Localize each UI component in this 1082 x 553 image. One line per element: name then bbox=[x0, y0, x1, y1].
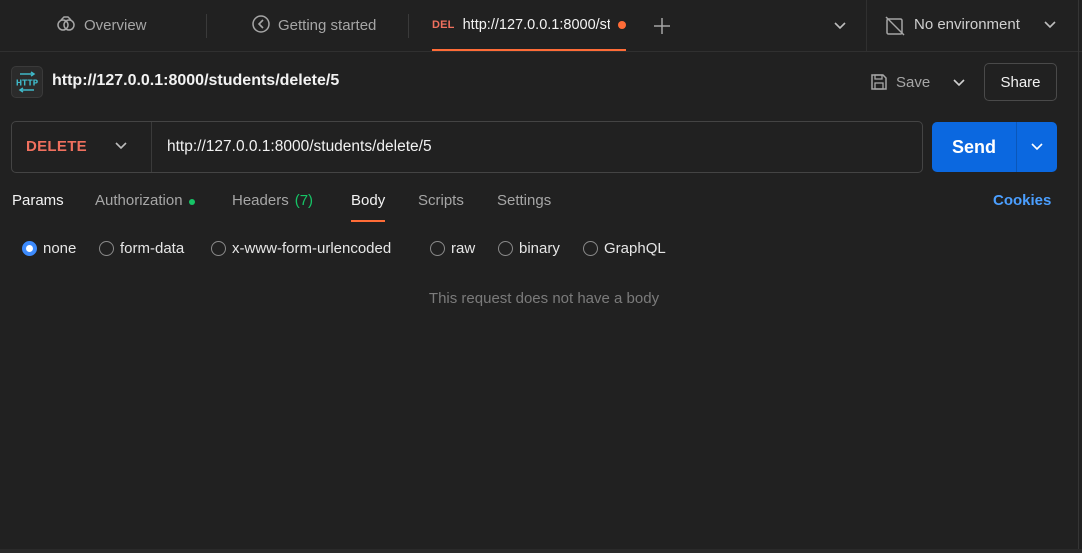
no-environment-icon bbox=[885, 16, 905, 41]
cookies-link[interactable]: Cookies bbox=[993, 192, 1051, 209]
body-type-binary[interactable]: binary bbox=[498, 238, 560, 258]
overview-icon bbox=[56, 15, 76, 36]
environment-selector[interactable]: No environment bbox=[866, 0, 1066, 51]
chevron-down-icon bbox=[1031, 143, 1043, 151]
tab-authorization-label: Authorization bbox=[95, 192, 183, 209]
http-request-icon: HTTP bbox=[11, 66, 43, 98]
window-edge bbox=[1078, 0, 1079, 553]
auth-status-dot bbox=[188, 199, 195, 205]
new-tab-button[interactable] bbox=[650, 14, 674, 38]
body-type-none-label: none bbox=[43, 239, 77, 257]
tab-params-label: Params bbox=[12, 192, 64, 209]
tab-divider bbox=[408, 14, 409, 38]
radio-none[interactable] bbox=[22, 240, 37, 256]
svg-text:HTTP: HTTP bbox=[16, 79, 39, 88]
chevron-down-icon bbox=[1043, 17, 1057, 35]
tab-divider bbox=[206, 14, 207, 38]
environment-label: No environment bbox=[914, 16, 1020, 33]
body-type-none[interactable]: none bbox=[22, 238, 76, 258]
headers-count: (7) bbox=[294, 192, 314, 209]
body-type-urlencoded-label: x-www-form-urlencoded bbox=[232, 239, 392, 257]
radio-graphql[interactable] bbox=[583, 240, 598, 256]
radio-urlencoded[interactable] bbox=[211, 240, 226, 256]
tab-settings-label: Settings bbox=[497, 192, 552, 209]
tab-bar: Overview Getting started DEL http://127.… bbox=[0, 0, 1082, 52]
tab-settings[interactable]: Settings bbox=[497, 192, 551, 222]
save-options-button[interactable] bbox=[948, 72, 970, 94]
chevron-down-icon bbox=[953, 79, 965, 87]
empty-body-message: This request does not have a body bbox=[428, 290, 660, 307]
send-options-button[interactable] bbox=[1017, 122, 1057, 172]
radio-raw[interactable] bbox=[430, 240, 445, 256]
share-button[interactable]: Share bbox=[984, 63, 1057, 101]
method-select[interactable]: DELETE bbox=[12, 122, 152, 172]
tab-active-title: http://127.0.0.1:8000/students/delete/5 bbox=[462, 16, 610, 33]
body-type-raw[interactable]: raw bbox=[430, 238, 475, 258]
url-bar: DELETE bbox=[11, 121, 923, 173]
save-label: Save bbox=[896, 73, 931, 91]
tab-active-request[interactable]: DEL http://127.0.0.1:8000/students/delet… bbox=[432, 0, 626, 51]
empty-body-message-row: This request does not have a body bbox=[0, 290, 1082, 307]
tab-scripts-label: Scripts bbox=[418, 192, 464, 209]
body-type-binary-label: binary bbox=[519, 239, 560, 257]
body-type-form-data[interactable]: form-data bbox=[99, 238, 184, 258]
body-type-form-data-label: form-data bbox=[120, 239, 185, 257]
radio-form-data[interactable] bbox=[99, 240, 114, 256]
tab-overview-label: Overview bbox=[84, 17, 147, 34]
request-name[interactable]: http://127.0.0.1:8000/students/delete/5 bbox=[52, 72, 339, 90]
tab-body[interactable]: Body bbox=[351, 192, 386, 222]
getting-started-icon bbox=[252, 14, 270, 37]
tab-params[interactable]: Params bbox=[12, 192, 64, 222]
method-label: DELETE bbox=[26, 138, 87, 155]
url-input[interactable] bbox=[167, 137, 907, 157]
body-type-urlencoded[interactable]: x-www-form-urlencoded bbox=[211, 238, 391, 258]
bottom-border bbox=[0, 549, 1082, 553]
send-button[interactable]: Send bbox=[932, 122, 1016, 172]
plus-icon bbox=[654, 18, 670, 34]
chevron-down-icon bbox=[114, 138, 128, 156]
save-button[interactable]: Save bbox=[870, 71, 930, 93]
tab-authorization[interactable]: Authorization bbox=[95, 192, 195, 222]
tab-overview[interactable]: Overview bbox=[56, 0, 147, 51]
save-icon bbox=[871, 74, 887, 90]
tab-getting-started-label: Getting started bbox=[278, 17, 377, 34]
chevron-down-icon bbox=[834, 22, 846, 30]
tab-method-badge: DEL bbox=[432, 18, 455, 31]
tab-scripts[interactable]: Scripts bbox=[418, 192, 464, 222]
body-type-graphql[interactable]: GraphQL bbox=[583, 238, 666, 258]
tab-headers-label: Headers bbox=[232, 192, 289, 209]
body-type-raw-label: raw bbox=[451, 239, 476, 257]
tabs-dropdown-button[interactable] bbox=[830, 16, 850, 36]
tab-getting-started[interactable]: Getting started bbox=[252, 0, 376, 51]
radio-binary[interactable] bbox=[498, 240, 513, 256]
unsaved-indicator-dot bbox=[618, 20, 626, 29]
body-type-graphql-label: GraphQL bbox=[604, 239, 666, 257]
tab-body-label: Body bbox=[351, 192, 386, 209]
send-button-group: Send bbox=[932, 122, 1057, 172]
tab-headers[interactable]: Headers (7) bbox=[232, 192, 313, 222]
